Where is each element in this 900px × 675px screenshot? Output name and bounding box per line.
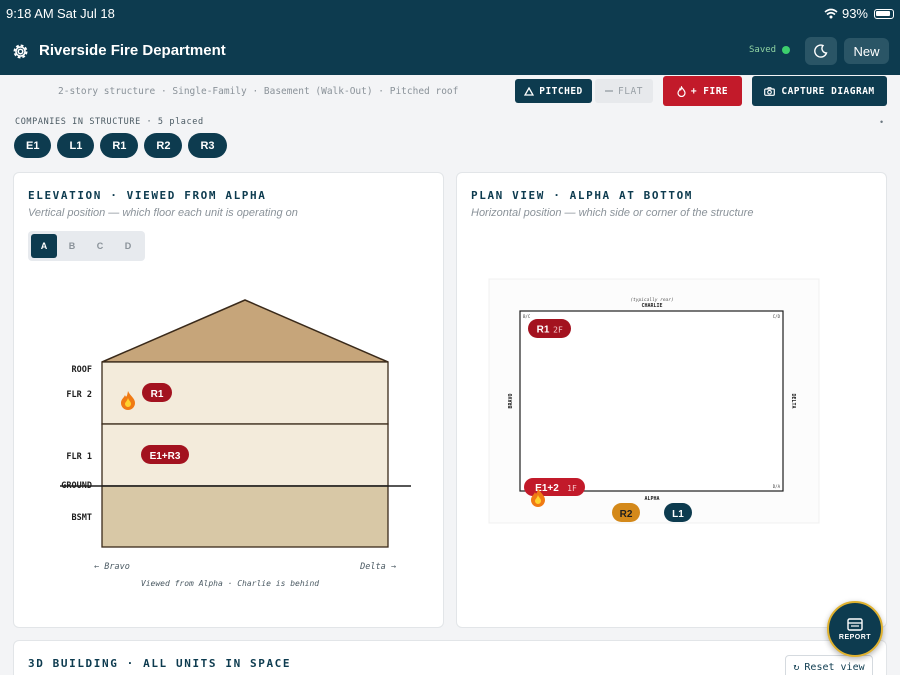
- floor-label-flr2: FLR 2: [66, 390, 92, 400]
- reset-view-button[interactable]: ↻ Reset view: [785, 655, 873, 675]
- company-chip-r2[interactable]: R2: [144, 133, 183, 158]
- flat-label: FLAT: [618, 85, 643, 97]
- right-side-label: DELTA: [790, 393, 796, 408]
- left-side-label: BRAVO: [508, 393, 514, 408]
- status-date: Sat Jul 18: [57, 6, 115, 21]
- battery-percent: 93%: [841, 6, 868, 21]
- unit-pill-r1[interactable]: R1: [151, 389, 164, 400]
- building-3d-title: 3D BUILDING · ALL UNITS IN SPACE: [28, 657, 292, 670]
- dash-icon: [605, 90, 614, 92]
- company-chip-r3[interactable]: R3: [188, 133, 227, 158]
- unit-pill-e1r3[interactable]: E1+R3: [150, 451, 181, 462]
- plan-unit-e1-floor: 1F: [567, 484, 577, 493]
- elevation-title: ELEVATION · VIEWED FROM ALPHA: [28, 189, 267, 202]
- right-side-label: Delta →: [359, 562, 396, 572]
- view-selector: A B C D: [28, 231, 145, 261]
- reset-view-label: Reset view: [804, 661, 865, 673]
- view-tab-b[interactable]: B: [59, 234, 85, 258]
- saved-indicator: Saved: [749, 45, 791, 55]
- plan-unit-r1[interactable]: R1: [537, 325, 550, 336]
- plan-view-panel: PLAN VIEW · ALPHA AT BOTTOM Horizontal p…: [456, 172, 887, 628]
- corner-label-bc: B/C: [523, 314, 531, 319]
- company-chip-e1[interactable]: E1: [14, 133, 52, 158]
- plan-unit-l1[interactable]: L1: [672, 509, 684, 520]
- company-chips: E1 L1 R1 R2 R3: [14, 133, 227, 158]
- company-chip-l1[interactable]: L1: [57, 133, 95, 158]
- report-button[interactable]: REPORT: [827, 601, 883, 657]
- saved-label: Saved: [749, 45, 777, 55]
- triangle-icon: [524, 86, 535, 96]
- add-fire-button[interactable]: + FIRE: [663, 76, 742, 106]
- pitched-roof-button[interactable]: PITCHED: [515, 79, 592, 103]
- view-tab-d[interactable]: D: [115, 234, 141, 258]
- view-tab-c[interactable]: C: [87, 234, 113, 258]
- basement-zone[interactable]: [101, 485, 389, 548]
- plan-diagram: (typically rear) CHARLIE ALPHA BRAVO DEL…: [488, 278, 820, 524]
- gear-icon[interactable]: [10, 41, 31, 62]
- status-indicators: 93%: [824, 6, 894, 21]
- plan-unit-r2[interactable]: R2: [620, 509, 633, 520]
- capture-label: CAPTURE DIAGRAM: [781, 85, 875, 97]
- pitched-label: PITCHED: [539, 85, 583, 97]
- left-side-label: ← Bravo: [94, 562, 130, 572]
- app-title: Riverside Fire Department: [39, 42, 226, 59]
- elevation-panel: ROOF FLR 2 FLR 1 GROUND BSMT R1 E1+R3 ← …: [13, 172, 444, 628]
- camera-icon: [764, 86, 776, 96]
- company-chip-r1[interactable]: R1: [100, 133, 139, 158]
- reset-icon: ↻: [793, 661, 800, 673]
- dark-mode-button[interactable]: [805, 37, 837, 65]
- elevation-subtitle: Vertical position — which floor each uni…: [28, 207, 298, 219]
- companies-label: COMPANIES IN STRUCTURE · 5 placed: [15, 117, 204, 127]
- roof-shape: [101, 299, 389, 363]
- corner-label-da: D/A: [773, 484, 781, 489]
- app-header: 9:18 AM Sat Jul 18 93% Riverside Fire De…: [0, 0, 900, 75]
- view-tab-a[interactable]: A: [31, 234, 57, 258]
- bottom-side-label: ALPHA: [644, 496, 659, 502]
- floor-label-bsmt: BSMT: [72, 513, 92, 523]
- structure-description: 2-story structure · Single-Family · Base…: [58, 86, 459, 97]
- flame-icon: [677, 85, 686, 97]
- plan-unit-r1-bg[interactable]: [528, 319, 571, 338]
- corner-label-cd: C/D: [773, 314, 781, 319]
- saved-status-dot: [782, 46, 791, 54]
- floor-label-roof: ROOF: [72, 365, 92, 375]
- new-button[interactable]: New: [844, 38, 889, 64]
- report-icon: [847, 618, 863, 631]
- top-side-label: CHARLIE: [641, 303, 662, 309]
- fire-label: + FIRE: [690, 85, 729, 97]
- flat-roof-button[interactable]: FLAT: [595, 79, 653, 103]
- building-3d-panel: 3D BUILDING · ALL UNITS IN SPACE ↻ Reset…: [13, 640, 887, 675]
- status-time: 9:18 AM: [6, 6, 54, 21]
- capture-diagram-button[interactable]: CAPTURE DIAGRAM: [752, 76, 887, 106]
- elevation-caption: Viewed from Alpha · Charlie is behind: [141, 579, 319, 588]
- companies-more-indicator: •: [880, 117, 884, 127]
- floor-label-ground: GROUND: [61, 481, 92, 491]
- wifi-icon: [824, 8, 838, 19]
- plan-unit-r1-floor: 2F: [553, 326, 563, 335]
- moon-icon: [814, 44, 828, 58]
- battery-icon: [874, 8, 894, 19]
- floor-label-flr1: FLR 1: [66, 452, 92, 462]
- report-label: REPORT: [838, 634, 872, 641]
